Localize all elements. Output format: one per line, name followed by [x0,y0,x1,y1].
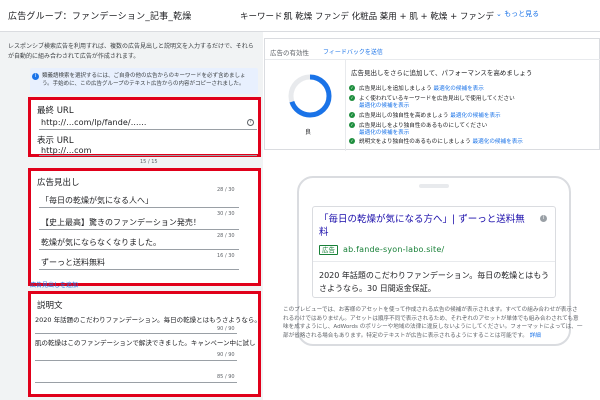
check-item: ✓ よく使われているキーワードを広告見出しで使用してください 最適化の候補を表示 [349,95,515,110]
check-item: ✓ 広告見出しの独自性を高めましょう 最適化の候補を表示 [349,112,501,119]
ad-effectiveness-panel: 広告の有効性 フィードバックを送信 良 広告見出しをさらに追加して、パフォーマン… [264,38,600,151]
headline-underline [39,249,239,250]
feedback-link[interactable]: フィードバックを送信 [323,47,383,56]
panel-divider [265,59,600,60]
suggestion-link[interactable]: 最適化の候補を表示 [434,86,484,92]
check-item: ✓ 広告見出しをより独自性のあるものにしてください 最適化の候補を表示 [349,122,488,137]
headline-underline [39,229,239,230]
ad-preview-description: 2020 年話題のこだわりファンデーション。毎日の乾燥とはもうさようなら。30 … [319,271,550,293]
description-underline [35,382,237,383]
ad-separator [313,261,555,262]
ad-preview-card: 「毎日の乾燥が気になる方へ」| ずーっと送料無料 i 広告 ab.fande-s… [312,206,556,298]
headline-underline [39,207,239,208]
info-icon[interactable]: i [540,215,547,222]
phone-notch [419,184,449,188]
display-url-underline [39,155,257,156]
headline-input[interactable]: ずーっと送料無料 [41,257,105,268]
add-headline-link[interactable]: 広告見出しを追加 [30,280,78,289]
info-icon: i [32,73,39,80]
headline-counter: 30 / 30 [217,211,235,217]
ad-preview-title[interactable]: 「毎日の乾燥が気になる方へ」| ずーっと送料無料 [319,213,529,239]
suggestion-link[interactable]: 最適化の候補を表示 [349,130,487,137]
display-url-counter: 15 / 15 [140,159,158,165]
top-bar: 広告グループ：ファンデーション_記事_乾燥 キーワード： 肌 乾燥 ファンデ 化… [0,0,600,32]
final-url-label: 最終 URL [37,106,74,116]
description-input[interactable]: 肌の乾燥はこのファンデーションで解決できました。キャンペーン中に試し [35,337,256,347]
headline-input[interactable]: 「毎日の乾燥が気になる人へ」 [41,195,153,206]
more-link[interactable]: ⌄ もっと見る [496,9,539,19]
effectiveness-rating: 良 [305,129,312,136]
descriptions-section: 説明文 2020 年話題のこだわりファンデーション。毎日の乾燥とはもうさようなら… [28,291,261,397]
panel-divider [345,59,346,151]
details-link[interactable]: 詳細 [530,333,541,339]
headline-counter: 16 / 30 [217,253,235,259]
description-underline [35,360,237,361]
check-icon: ✓ [349,138,355,144]
description-input[interactable]: 2020 年話題のこだわりファンデーション。毎日の乾燥とはもうさようなら。 [35,314,261,324]
headline-underline [39,269,239,270]
final-url-input[interactable]: http://...com/lp/fande/...... [41,118,147,127]
check-icon: ✓ [349,112,355,118]
check-icon: ✓ [349,85,355,91]
check-icon: ✓ [349,95,355,101]
headline-input[interactable]: 【史上最高】驚きのファンデーション発売！ [41,217,201,228]
info-text: 類義語検索を選択するには、ご自身の他の広告からのキーワードを必ず含めましょう。手… [42,73,246,87]
effectiveness-title: 広告の有効性 [270,49,309,57]
suggestion-link[interactable]: 最適化の候補を表示 [349,103,515,110]
ad-badge: 広告 [319,245,338,255]
help-icon[interactable]: ? [247,119,254,126]
check-item: ✓ 説明文をより独自性のあるものにしましょう 最適化の候補を表示 [349,138,523,145]
preview-note: このプレビューでは、お客様のアセットを使って作成される広告の候補が表示されます。… [283,307,583,339]
description-underline [35,333,237,334]
final-url-underline [39,129,257,130]
headline-input[interactable]: 乾燥が気にならなくなりました。 [41,237,161,248]
description-counter: 85 / 90 [217,374,235,380]
suggestion-link[interactable]: 最適化の候補を表示 [473,139,523,145]
url-section: 最終 URL http://...com/lp/fande/...... ? 表… [28,97,261,157]
adgroup-title: 広告グループ：ファンデーション_記事_乾燥 [8,12,192,22]
headline-counter: 28 / 30 [217,233,235,239]
editor-description: レスポンシブ検索広告を利用すれば、複数の広告見出しと説明文を入力するだけで、それ… [8,43,254,60]
chevron-down-icon: ⌄ [496,10,505,18]
check-icon: ✓ [349,122,355,128]
suggestion-link[interactable]: 最適化の候補を表示 [450,113,500,119]
ad-preview-url: ab.fande-syon-labo.site/ [343,245,445,254]
headline-counter: 28 / 30 [217,187,235,193]
description-counter: 90 / 90 [217,352,235,358]
info-banner: i 類義語検索を選択するには、ご自身の他の広告からのキーワードを必ず含めましょう… [30,68,258,94]
display-url-input[interactable]: http://...com [41,146,92,155]
display-url-label: 表示 URL [37,136,74,146]
descriptions-label: 説明文 [37,301,63,311]
effectiveness-tip: 広告見出しをさらに追加して、パフォーマンスを高めましょう [351,69,533,77]
effectiveness-gauge [288,74,332,118]
description-counter: 90 / 90 [217,326,235,332]
headlines-section: 広告見出し 28 / 30 「毎日の乾燥が気になる人へ」 30 / 30 【史上… [28,168,261,286]
keyword-value: 肌 乾燥 ファンデ 化粧品 薬用 + 肌 + 乾燥 + ファンデ [284,12,494,22]
headlines-label: 広告見出し [37,178,80,188]
check-item: ✓ 広告見出しを追加しましょう 最適化の候補を表示 [349,85,484,92]
